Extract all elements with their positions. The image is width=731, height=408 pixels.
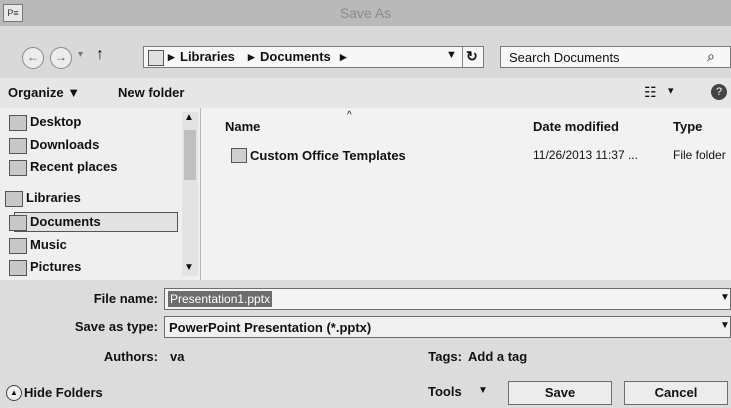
save-as-type-select[interactable]: PowerPoint Presentation (*.pptx) ▼: [164, 316, 731, 338]
authors-value[interactable]: va: [170, 349, 184, 364]
navigation-pane: Desktop Downloads Recent places Librarie…: [0, 108, 201, 280]
search-input[interactable]: Search Documents: [509, 50, 620, 65]
search-box[interactable]: Search Documents ⌕: [500, 46, 731, 68]
column-header-type[interactable]: Type: [673, 119, 702, 134]
save-as-type-dropdown-icon[interactable]: ▼: [720, 320, 730, 331]
tags-label: Tags:: [428, 349, 462, 364]
save-button[interactable]: Save: [508, 381, 612, 405]
title-bar: P≡ Save As: [0, 0, 731, 26]
desktop-icon: [9, 115, 27, 131]
nav-item-music[interactable]: Music: [9, 237, 67, 255]
authors-label: Authors:: [103, 349, 158, 364]
forward-button[interactable]: →: [50, 47, 72, 69]
new-folder-button[interactable]: New folder: [118, 85, 184, 100]
search-icon[interactable]: ⌕: [707, 48, 715, 65]
nav-item-documents[interactable]: Documents: [9, 214, 101, 232]
scroll-up-icon[interactable]: ▲: [184, 112, 194, 123]
nav-scrollbar-thumb[interactable]: [184, 130, 196, 180]
cancel-button[interactable]: Cancel: [624, 381, 728, 405]
nav-item-desktop[interactable]: Desktop: [9, 114, 81, 132]
file-date: 11/26/2013 11:37 ...: [533, 148, 638, 162]
nav-item-pictures[interactable]: Pictures: [9, 259, 81, 277]
file-name-value[interactable]: Presentation1.pptx: [168, 291, 273, 307]
save-as-type-label: Save as type:: [74, 319, 158, 334]
file-list: ^ Name Date modified Type Custom Office …: [201, 108, 731, 280]
music-icon: [9, 238, 27, 254]
recent-locations-icon[interactable]: ▾: [78, 49, 83, 60]
nav-item-libraries[interactable]: Libraries: [5, 190, 81, 208]
address-bar[interactable]: ▸ Libraries ▸ Documents ▸ ▼ ↻: [143, 46, 484, 68]
file-type: File folder: [673, 148, 726, 162]
file-name-input[interactable]: Presentation1.pptx ▼: [164, 288, 731, 310]
tags-input[interactable]: Add a tag: [468, 349, 527, 364]
column-header-name[interactable]: Name: [225, 119, 260, 134]
nav-item-downloads[interactable]: Downloads: [9, 137, 99, 155]
tools-dropdown-icon[interactable]: ▼: [478, 385, 488, 396]
breadcrumb-libraries[interactable]: Libraries: [180, 47, 235, 67]
file-name: Custom Office Templates: [250, 148, 406, 163]
tools-menu[interactable]: Tools: [428, 384, 462, 399]
pictures-icon: [9, 260, 27, 276]
documents-icon: [9, 215, 27, 231]
folder-icon: [231, 148, 247, 163]
toolbar: Organize ▼ New folder ☷ ▾ ?: [0, 78, 731, 108]
file-name-dropdown-icon[interactable]: ▼: [720, 292, 730, 303]
collapse-up-icon[interactable]: ▲: [6, 385, 22, 401]
column-header-date-modified[interactable]: Date modified: [533, 119, 619, 134]
help-icon[interactable]: ?: [711, 84, 727, 100]
sort-ascending-icon: ^: [347, 110, 352, 121]
refresh-icon[interactable]: ↻: [466, 48, 478, 65]
breadcrumb-documents[interactable]: Documents: [260, 47, 331, 67]
file-row[interactable]: Custom Office Templates 11/26/2013 11:37…: [201, 144, 731, 166]
scroll-down-icon[interactable]: ▼: [184, 262, 194, 273]
view-options-icon[interactable]: ☷: [644, 84, 657, 101]
libraries-icon: [5, 191, 23, 207]
save-as-type-value: PowerPoint Presentation (*.pptx): [169, 320, 372, 335]
view-dropdown-icon[interactable]: ▾: [668, 84, 674, 97]
hide-folders-button[interactable]: Hide Folders: [24, 385, 103, 400]
organize-menu[interactable]: Organize ▼: [8, 85, 80, 100]
window-title: Save As: [339, 5, 392, 21]
recent-places-icon: [9, 160, 27, 176]
up-arrow-icon[interactable]: ↑: [96, 46, 104, 64]
folder-location-icon: [148, 50, 164, 66]
address-dropdown-icon[interactable]: ▼: [446, 49, 457, 61]
downloads-icon: [9, 138, 27, 154]
back-button[interactable]: ←: [22, 47, 44, 69]
file-name-label: File name:: [93, 291, 158, 306]
nav-item-recent-places[interactable]: Recent places: [9, 159, 117, 177]
